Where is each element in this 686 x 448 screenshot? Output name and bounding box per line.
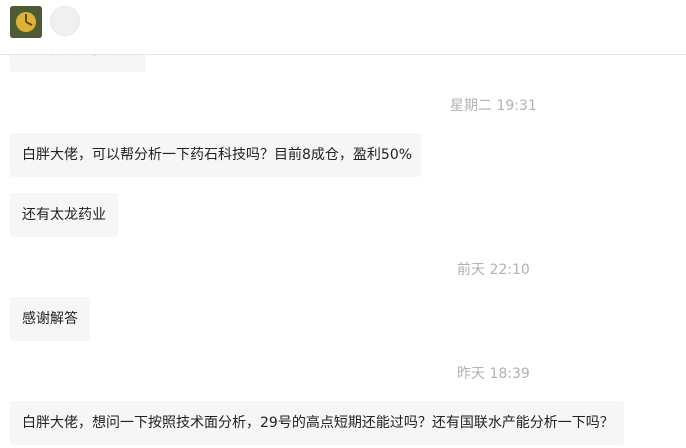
message-text: 感谢解答 bbox=[22, 311, 78, 327]
message-bubble[interactable]: 白胖大佬，可以帮分析一下药石科技吗？目前8成仓，盈利50% bbox=[10, 133, 421, 177]
message-bubble[interactable]: 还有太龙药业 bbox=[10, 193, 118, 237]
message-bubble[interactable]: 感谢解答 bbox=[10, 297, 90, 341]
message-bubble[interactable]: 白胖大佬，想问一下按照技术面分析，29号的高点短期还能过吗？还有国联水产能分析一… bbox=[10, 401, 624, 445]
timestamp: 前天 22:10 bbox=[457, 262, 530, 278]
avatar-placeholder[interactable] bbox=[50, 6, 80, 36]
message-text: 还有太龙药业 bbox=[22, 207, 106, 223]
message-text: 白胖大佬，想问一下按照技术面分析，29号的高点短期还能过吗？还有国联水产能分析一… bbox=[22, 415, 614, 431]
avatar-image bbox=[10, 6, 42, 38]
message-list[interactable]: 谢谢白胖大佬解答 星期二 19:31 白胖大佬，可以帮分析一下药石科技吗？目前8… bbox=[0, 0, 686, 448]
chat-window: 谢谢白胖大佬解答 星期二 19:31 白胖大佬，可以帮分析一下药石科技吗？目前8… bbox=[0, 0, 686, 448]
message-text: 白胖大佬，可以帮分析一下药石科技吗？目前8成仓，盈利50% bbox=[22, 147, 413, 163]
timestamp: 星期二 19:31 bbox=[450, 98, 537, 114]
avatar[interactable] bbox=[10, 6, 42, 38]
timestamp: 昨天 18:39 bbox=[457, 366, 530, 382]
chat-header bbox=[0, 0, 686, 55]
